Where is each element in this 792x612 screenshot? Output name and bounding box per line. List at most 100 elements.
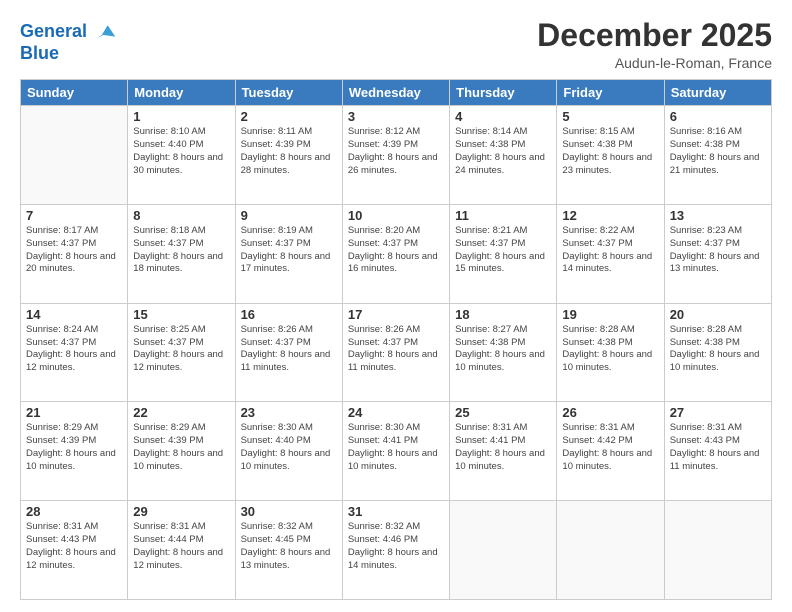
day-detail: Sunrise: 8:29 AMSunset: 4:39 PMDaylight:… [133,422,229,473]
day-number: 21 [26,405,122,420]
table-cell [557,501,664,600]
table-cell: 26Sunrise: 8:31 AMSunset: 4:42 PMDayligh… [557,402,664,501]
calendar: Sunday Monday Tuesday Wednesday Thursday… [20,79,772,600]
day-number: 30 [241,504,337,519]
day-number: 11 [455,208,551,223]
day-detail: Sunrise: 8:28 AMSunset: 4:38 PMDaylight:… [670,324,766,375]
week-row-2: 7 Sunrise: 8:17 AMSunset: 4:37 PMDaylight… [21,204,772,303]
day-number: 20 [670,307,766,322]
table-cell: 19 Sunrise: 8:28 AMSunset: 4:38 PMDayligh… [557,303,664,402]
day-number: 22 [133,405,229,420]
col-friday: Friday [557,80,664,106]
day-detail: Sunrise: 8:24 AMSunset: 4:37 PMDaylight:… [26,324,122,375]
table-cell: 5 Sunrise: 8:15 AMSunset: 4:38 PMDaylight… [557,106,664,205]
day-number: 7 [26,208,122,223]
day-detail: Sunrise: 8:23 AMSunset: 4:37 PMDaylight:… [670,225,766,276]
table-cell: 20 Sunrise: 8:28 AMSunset: 4:38 PMDayligh… [664,303,771,402]
col-saturday: Saturday [664,80,771,106]
day-detail: Sunrise: 8:17 AMSunset: 4:37 PMDaylight:… [26,225,122,276]
table-cell: 10Sunrise: 8:20 AMSunset: 4:37 PMDayligh… [342,204,449,303]
table-cell: 9Sunrise: 8:19 AMSunset: 4:37 PMDaylight… [235,204,342,303]
day-detail: Sunrise: 8:10 AMSunset: 4:40 PMDaylight:… [133,126,229,177]
table-cell: 3 Sunrise: 8:12 AMSunset: 4:39 PMDaylight… [342,106,449,205]
day-detail: Sunrise: 8:27 AMSunset: 4:38 PMDaylight:… [455,324,551,375]
week-row-4: 21 Sunrise: 8:29 AMSunset: 4:39 PMDayligh… [21,402,772,501]
logo-icon [89,18,117,46]
day-detail: Sunrise: 8:28 AMSunset: 4:38 PMDaylight:… [562,324,658,375]
table-cell [664,501,771,600]
day-detail: Sunrise: 8:32 AMSunset: 4:45 PMDaylight:… [241,521,337,572]
col-monday: Monday [128,80,235,106]
table-cell: 7 Sunrise: 8:17 AMSunset: 4:37 PMDaylight… [21,204,128,303]
day-number: 28 [26,504,122,519]
table-cell: 15Sunrise: 8:25 AMSunset: 4:37 PMDayligh… [128,303,235,402]
table-cell: 31 Sunrise: 8:32 AMSunset: 4:46 PMDayligh… [342,501,449,600]
day-number: 15 [133,307,229,322]
table-cell: 27Sunrise: 8:31 AMSunset: 4:43 PMDayligh… [664,402,771,501]
table-cell: 1 Sunrise: 8:10 AMSunset: 4:40 PMDaylight… [128,106,235,205]
table-cell: 2Sunrise: 8:11 AMSunset: 4:39 PMDaylight… [235,106,342,205]
day-detail: Sunrise: 8:30 AMSunset: 4:41 PMDaylight:… [348,422,444,473]
day-number: 23 [241,405,337,420]
day-number: 10 [348,208,444,223]
table-cell [21,106,128,205]
week-row-1: 1 Sunrise: 8:10 AMSunset: 4:40 PMDaylight… [21,106,772,205]
table-cell: 16Sunrise: 8:26 AMSunset: 4:37 PMDayligh… [235,303,342,402]
col-sunday: Sunday [21,80,128,106]
col-wednesday: Wednesday [342,80,449,106]
day-detail: Sunrise: 8:22 AMSunset: 4:37 PMDaylight:… [562,225,658,276]
day-number: 24 [348,405,444,420]
day-number: 27 [670,405,766,420]
day-number: 8 [133,208,229,223]
day-detail: Sunrise: 8:26 AMSunset: 4:37 PMDaylight:… [241,324,337,375]
table-cell: 24 Sunrise: 8:30 AMSunset: 4:41 PMDayligh… [342,402,449,501]
title-block: December 2025 Audun-le-Roman, France [537,18,772,71]
col-tuesday: Tuesday [235,80,342,106]
day-detail: Sunrise: 8:32 AMSunset: 4:46 PMDaylight:… [348,521,444,572]
day-number: 9 [241,208,337,223]
day-detail: Sunrise: 8:12 AMSunset: 4:39 PMDaylight:… [348,126,444,177]
table-cell: 28 Sunrise: 8:31 AMSunset: 4:43 PMDayligh… [21,501,128,600]
table-cell: 17 Sunrise: 8:26 AMSunset: 4:37 PMDayligh… [342,303,449,402]
location-subtitle: Audun-le-Roman, France [537,55,772,71]
logo-blue: Blue [20,44,117,62]
day-detail: Sunrise: 8:31 AMSunset: 4:44 PMDaylight:… [133,521,229,572]
table-cell: 30 Sunrise: 8:32 AMSunset: 4:45 PMDayligh… [235,501,342,600]
day-number: 17 [348,307,444,322]
day-number: 29 [133,504,229,519]
table-cell: 14Sunrise: 8:24 AMSunset: 4:37 PMDayligh… [21,303,128,402]
day-number: 6 [670,109,766,124]
week-row-5: 28 Sunrise: 8:31 AMSunset: 4:43 PMDayligh… [21,501,772,600]
col-thursday: Thursday [450,80,557,106]
table-cell: 13Sunrise: 8:23 AMSunset: 4:37 PMDayligh… [664,204,771,303]
day-number: 19 [562,307,658,322]
day-detail: Sunrise: 8:26 AMSunset: 4:37 PMDaylight:… [348,324,444,375]
day-number: 5 [562,109,658,124]
day-detail: Sunrise: 8:11 AMSunset: 4:39 PMDaylight:… [241,126,337,177]
logo: General Blue [20,18,117,62]
table-cell: 22 Sunrise: 8:29 AMSunset: 4:39 PMDayligh… [128,402,235,501]
day-detail: Sunrise: 8:31 AMSunset: 4:42 PMDaylight:… [562,422,658,473]
day-detail: Sunrise: 8:21 AMSunset: 4:37 PMDaylight:… [455,225,551,276]
table-cell: 11 Sunrise: 8:21 AMSunset: 4:37 PMDayligh… [450,204,557,303]
day-number: 1 [133,109,229,124]
table-cell: 6Sunrise: 8:16 AMSunset: 4:38 PMDaylight… [664,106,771,205]
table-cell: 8Sunrise: 8:18 AMSunset: 4:37 PMDaylight… [128,204,235,303]
day-number: 4 [455,109,551,124]
logo-text: General [20,22,87,42]
day-detail: Sunrise: 8:14 AMSunset: 4:38 PMDaylight:… [455,126,551,177]
page: General Blue December 2025 Audun-le-Roma… [0,0,792,612]
day-detail: Sunrise: 8:15 AMSunset: 4:38 PMDaylight:… [562,126,658,177]
table-cell: 12 Sunrise: 8:22 AMSunset: 4:37 PMDayligh… [557,204,664,303]
table-cell: 21Sunrise: 8:29 AMSunset: 4:39 PMDayligh… [21,402,128,501]
month-title: December 2025 [537,18,772,53]
day-detail: Sunrise: 8:31 AMSunset: 4:43 PMDaylight:… [26,521,122,572]
table-cell [450,501,557,600]
day-detail: Sunrise: 8:31 AMSunset: 4:41 PMDaylight:… [455,422,551,473]
table-cell: 23 Sunrise: 8:30 AMSunset: 4:40 PMDayligh… [235,402,342,501]
day-number: 25 [455,405,551,420]
day-detail: Sunrise: 8:30 AMSunset: 4:40 PMDaylight:… [241,422,337,473]
day-number: 3 [348,109,444,124]
day-number: 31 [348,504,444,519]
day-number: 12 [562,208,658,223]
